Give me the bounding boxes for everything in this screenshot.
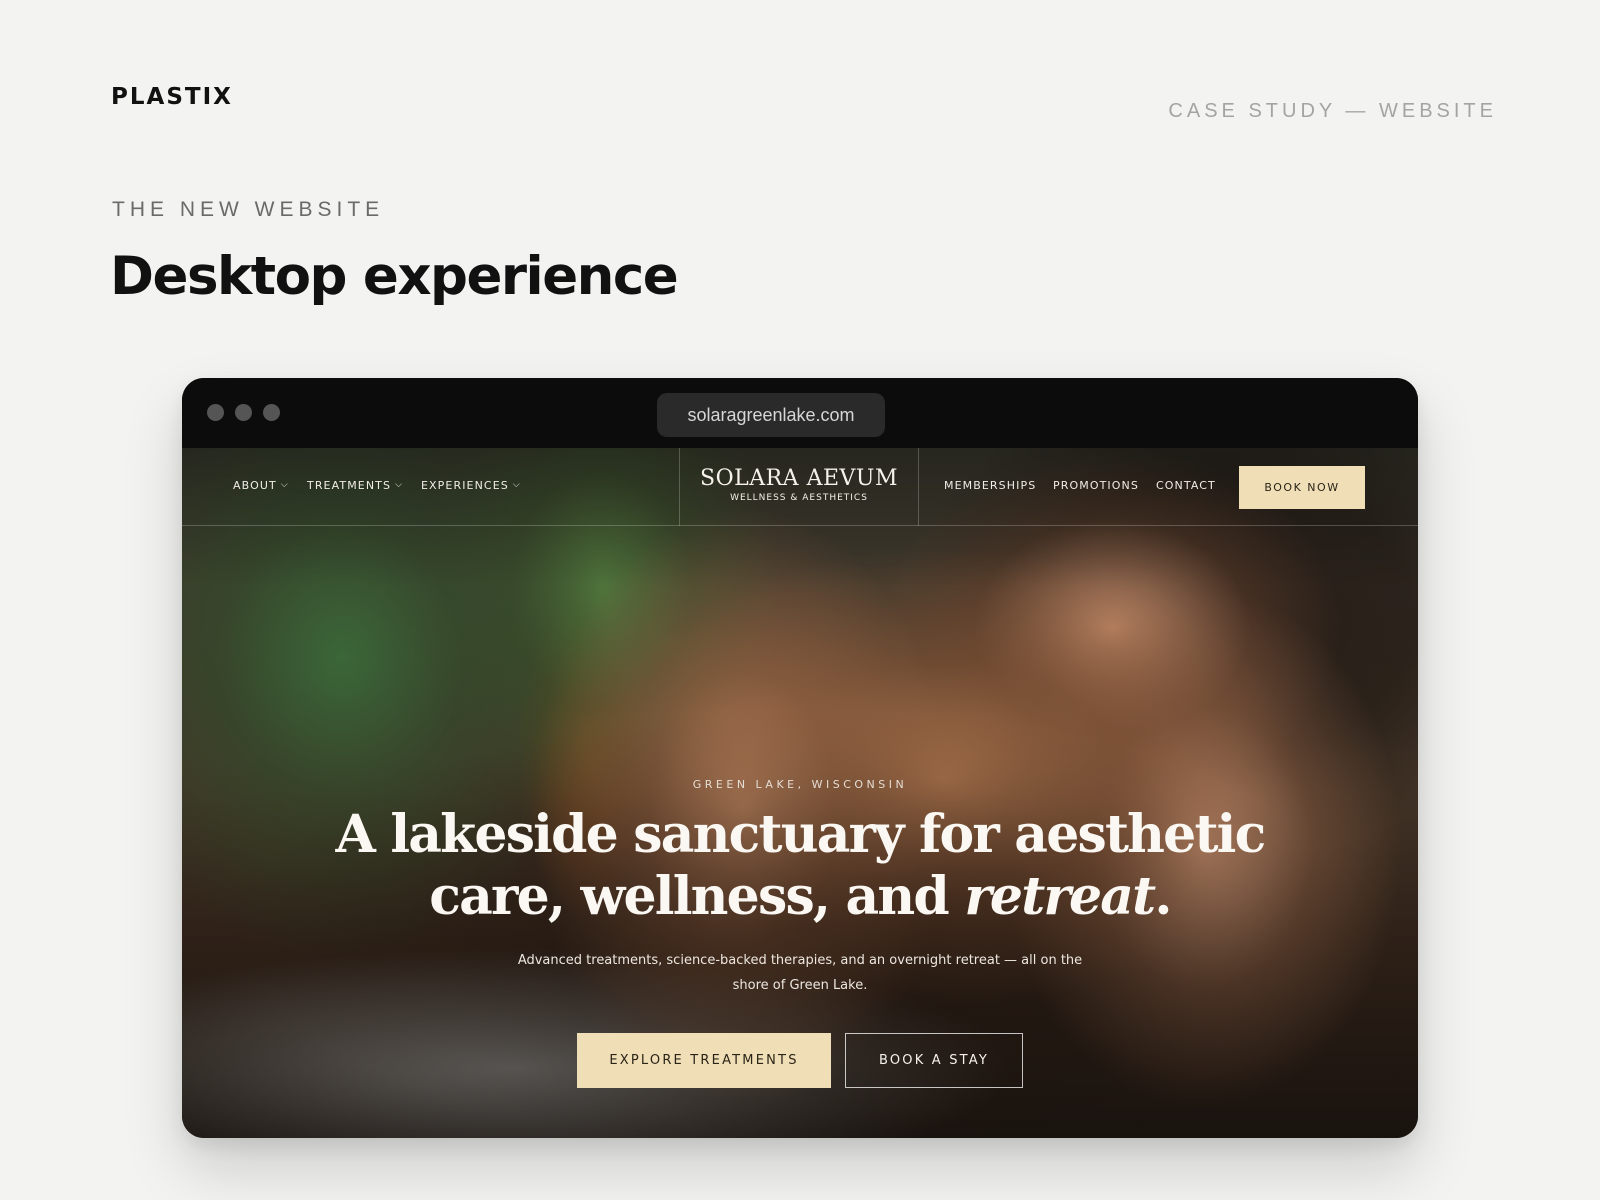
hero-headline-end: . <box>1154 866 1172 927</box>
nav-item-treatments[interactable]: TREATMENTS ⌵ <box>307 479 403 492</box>
chevron-down-icon: ⌵ <box>512 479 521 490</box>
hero-headline-italic: retreat <box>964 866 1156 927</box>
section-eyebrow: THE NEW WEBSITE <box>112 198 385 221</box>
nav-item-label: ABOUT <box>233 479 277 492</box>
book-a-stay-button[interactable]: BOOK A STAY <box>845 1033 1023 1088</box>
address-bar[interactable]: solaragreenlake.com <box>657 393 885 437</box>
case-study-label: CASE STUDY — WEBSITE <box>1168 100 1497 122</box>
chevron-down-icon: ⌵ <box>395 479 404 490</box>
book-now-button[interactable]: BOOK NOW <box>1239 466 1365 509</box>
explore-treatments-button[interactable]: EXPLORE TREATMENTS <box>577 1033 831 1088</box>
plastix-logo: PLASTIX <box>111 84 233 110</box>
browser-window: solaragreenlake.com ABOUT ⌵ TREATMENTS ⌵… <box>182 378 1418 1138</box>
browser-toolbar: solaragreenlake.com <box>182 378 1418 448</box>
window-close-dot[interactable] <box>207 404 224 421</box>
hero-subtext: Advanced treatments, science-backed ther… <box>517 953 1083 993</box>
nav-item-about[interactable]: ABOUT ⌵ <box>233 479 289 492</box>
hero-location: GREEN LAKE, WISCONSIN <box>692 778 908 791</box>
brand-name: SOLARA AEVUM <box>700 466 898 491</box>
hero-headline-line2: care, wellness, and <box>429 866 950 927</box>
hero-headline: A lakeside sanctuary for aesthetic care,… <box>300 804 1300 928</box>
hero-headline-line1: A lakeside sanctuary for aesthetic <box>335 804 1266 865</box>
website-viewport: ABOUT ⌵ TREATMENTS ⌵ EXPERIENCES ⌵ SOLAR… <box>182 448 1418 1138</box>
site-logo[interactable]: SOLARA AEVUM WELLNESS & AESTHETICS <box>679 448 919 526</box>
nav-item-promotions[interactable]: PROMOTIONS <box>1053 479 1139 492</box>
nav-item-memberships[interactable]: MEMBERSHIPS <box>944 479 1036 492</box>
nav-item-label: TREATMENTS <box>307 479 392 492</box>
page-title: Desktop experience <box>110 246 679 307</box>
nav-item-contact[interactable]: CONTACT <box>1156 479 1216 492</box>
window-maximize-dot[interactable] <box>263 404 280 421</box>
nav-item-experiences[interactable]: EXPERIENCES ⌵ <box>421 479 521 492</box>
window-minimize-dot[interactable] <box>235 404 252 421</box>
brand-tagline: WELLNESS & AESTHETICS <box>730 493 868 503</box>
chevron-down-icon: ⌵ <box>280 479 289 490</box>
site-navigation: ABOUT ⌵ TREATMENTS ⌵ EXPERIENCES ⌵ SOLAR… <box>182 448 1418 526</box>
nav-item-label: EXPERIENCES <box>421 479 509 492</box>
